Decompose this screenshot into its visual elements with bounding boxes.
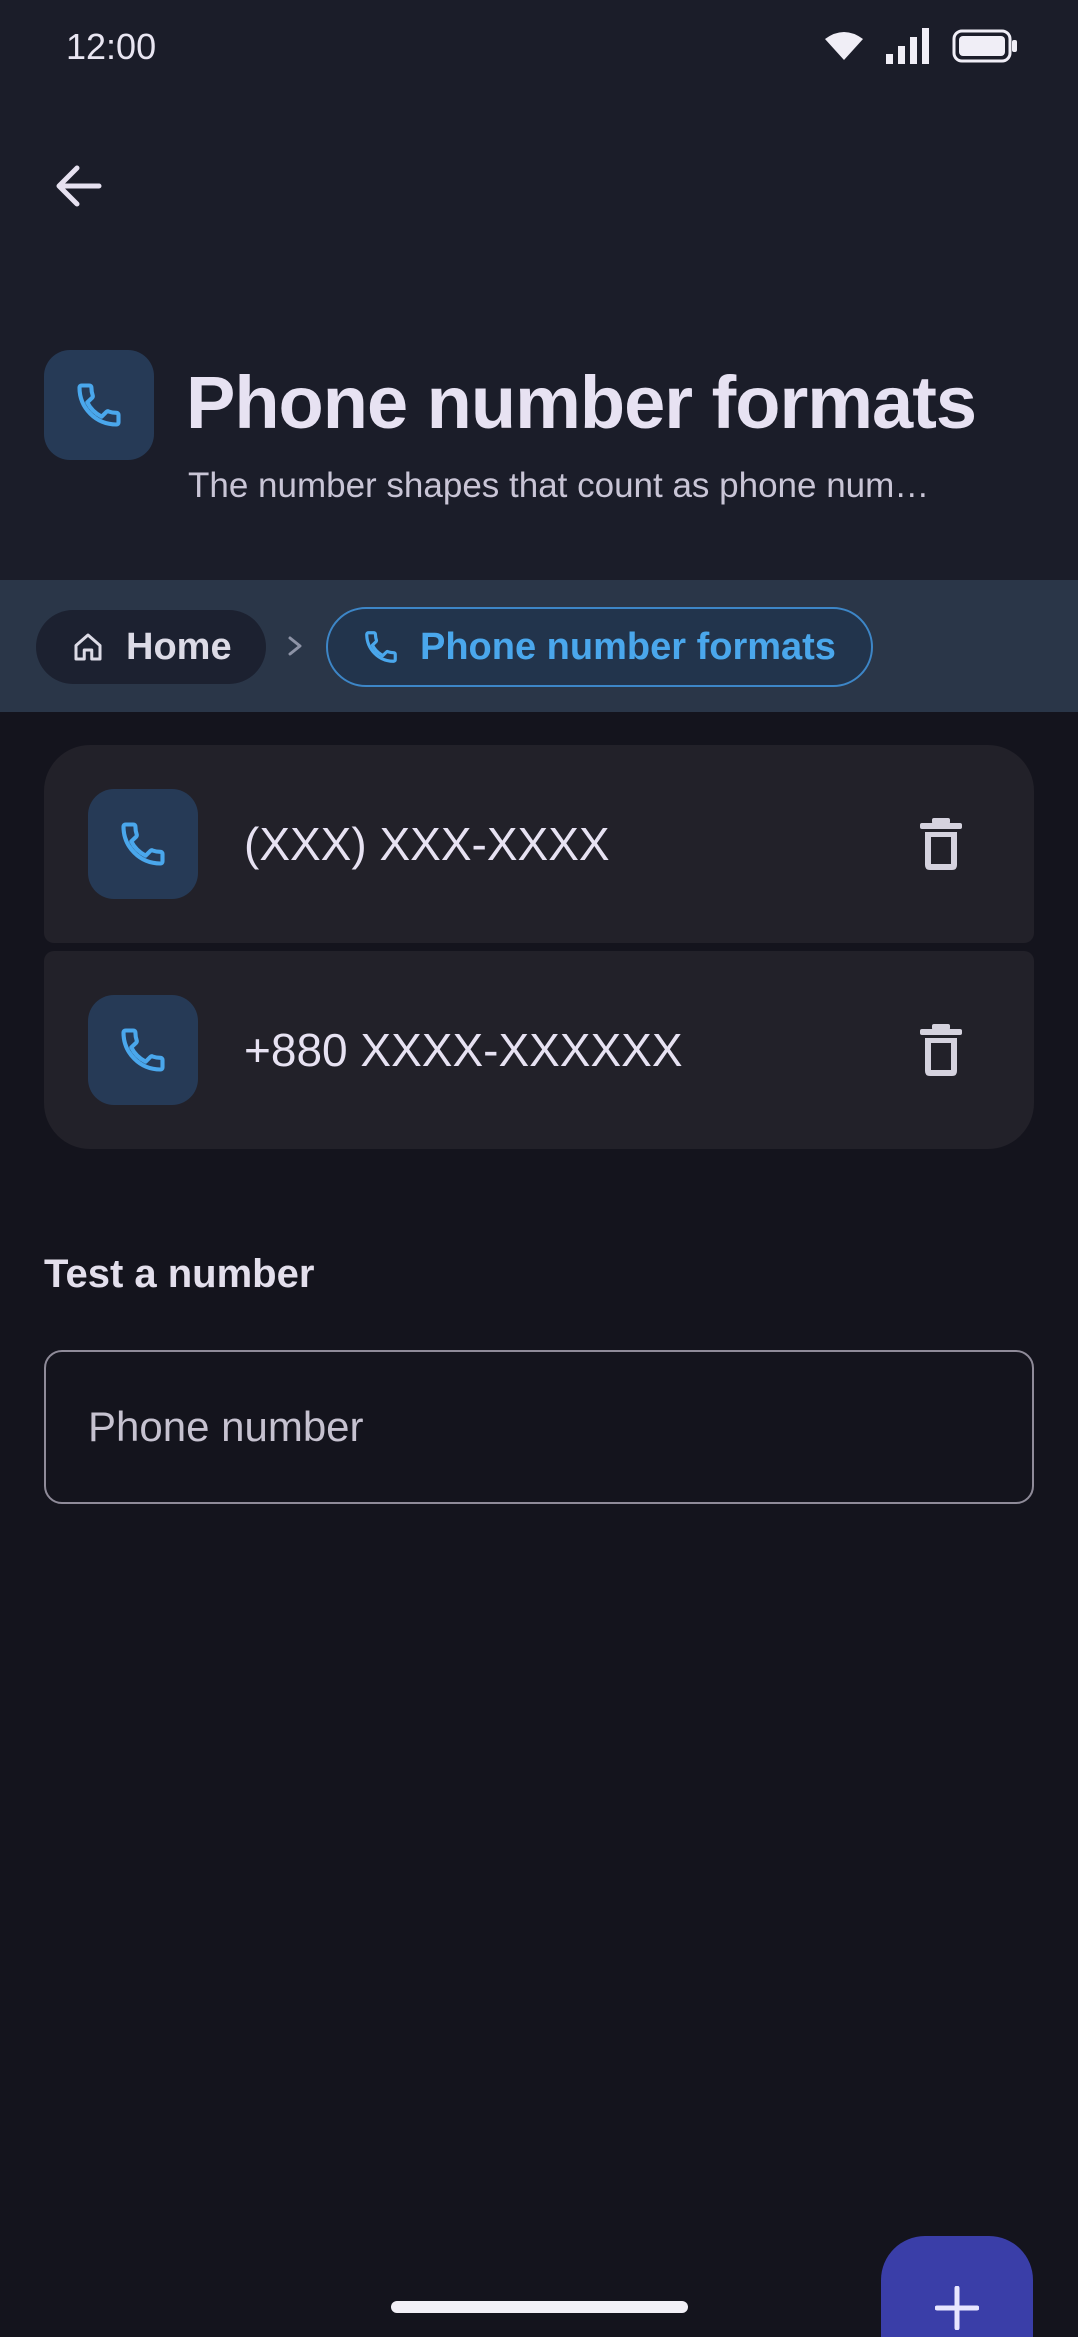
home-indicator	[391, 2301, 688, 2313]
test-section-label: Test a number	[44, 1252, 315, 1296]
trash-icon	[920, 1024, 962, 1076]
breadcrumb-current-label: Phone number formats	[420, 625, 836, 668]
add-format-button[interactable]	[881, 2236, 1033, 2337]
phone-number-input[interactable]	[46, 1352, 1032, 1502]
phone-icon	[365, 631, 397, 663]
delete-format-button[interactable]	[896, 799, 986, 889]
format-phone-icon-box	[88, 789, 198, 899]
format-pattern: (XXX) XXX-XXXX	[244, 818, 610, 870]
breadcrumb: Home Phone number formats	[0, 580, 1078, 712]
status-time: 12:00	[66, 26, 157, 67]
format-list-item[interactable]: +880 XXXX-XXXXXX	[44, 951, 1034, 1149]
phone-icon	[121, 822, 165, 866]
breadcrumb-home-chip[interactable]: Home	[36, 610, 266, 684]
trash-icon	[920, 818, 962, 870]
signal-icon	[886, 28, 929, 64]
header-phone-icon-box	[44, 350, 154, 460]
format-phone-icon-box	[88, 995, 198, 1105]
delete-format-button[interactable]	[896, 1005, 986, 1095]
back-button[interactable]	[36, 144, 120, 228]
breadcrumb-current-chip[interactable]: Phone number formats	[326, 607, 873, 687]
page-subtitle: The number shapes that count as phone nu…	[188, 466, 930, 505]
battery-icon	[952, 29, 1017, 63]
format-pattern: +880 XXXX-XXXXXX	[244, 1024, 683, 1076]
arrow-back-icon	[56, 165, 102, 207]
app-screen: 12:00 Phone number formats The number sh…	[0, 0, 1078, 2337]
page-title: Phone number formats	[186, 361, 977, 444]
phone-icon	[77, 383, 121, 427]
breadcrumb-home-label: Home	[126, 625, 232, 668]
status-bar: 12:00	[0, 0, 1078, 100]
chevron-right-icon	[288, 636, 302, 656]
plus-icon	[935, 2286, 979, 2330]
top-app-bar: 12:00 Phone number formats The number sh…	[0, 0, 1078, 580]
phone-number-field[interactable]	[44, 1350, 1034, 1504]
formats-list: (XXX) XXX-XXXX +880 XXXX-XXXXXX	[44, 745, 1034, 1149]
phone-icon	[121, 1028, 165, 1072]
format-list-item[interactable]: (XXX) XXX-XXXX	[44, 745, 1034, 943]
wifi-icon	[825, 32, 863, 60]
home-icon	[74, 633, 102, 661]
status-icons	[824, 28, 1018, 64]
